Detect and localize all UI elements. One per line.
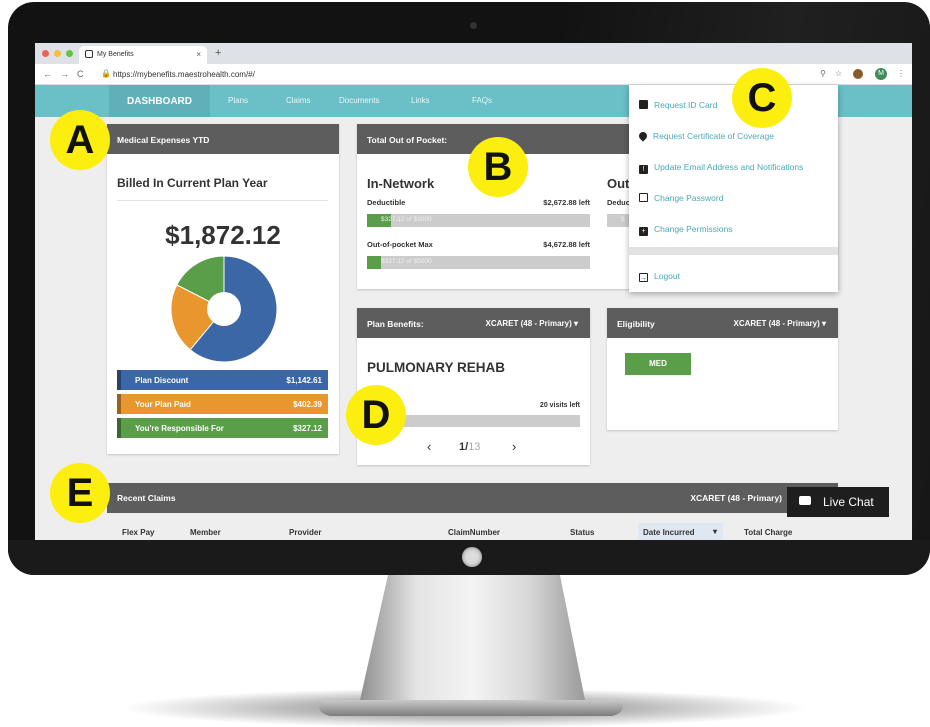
callout-badge-e: E: [50, 463, 110, 523]
col-flex-pay[interactable]: Flex Pay: [122, 528, 154, 537]
nav-dashboard[interactable]: DASHBOARD: [109, 85, 210, 117]
nav-links[interactable]: Links: [411, 96, 430, 105]
out-deductible-label: Deduc: [607, 198, 630, 207]
favicon-icon: [85, 50, 93, 58]
deductible-label: Deductible: [367, 198, 406, 207]
claims-selector[interactable]: XCARET (48 - Primary): [690, 493, 782, 503]
plan-benefits-header: Plan Benefits: XCARET (48 - Primary) ▾: [357, 308, 590, 338]
expenses-donut-chart: [170, 255, 278, 363]
out-deductible-progress: $: [607, 214, 629, 227]
tab-close-icon[interactable]: ×: [196, 50, 201, 59]
chevron-down-icon: ▾: [821, 319, 826, 328]
minimize-window-icon[interactable]: [54, 50, 61, 57]
col-status[interactable]: Status: [570, 528, 594, 537]
legend-value: $402.39: [293, 400, 322, 409]
out-network-title: Out: [607, 176, 630, 191]
benefit-title: PULMONARY REHAB: [367, 360, 506, 375]
total-amount: $1,872.12: [165, 220, 281, 250]
in-network-title: In-Network: [367, 176, 435, 191]
legend-responsible: You're Responsible For $327.12: [117, 418, 328, 438]
visits-left: 20 visits left: [539, 402, 580, 409]
med-badge[interactable]: MED: [625, 353, 691, 375]
page-total: 13: [468, 441, 481, 453]
alert-message-icon: !: [639, 165, 648, 174]
chat-bubble-icon: [799, 496, 811, 505]
lock-icon: 🔒: [101, 69, 111, 78]
power-button[interactable]: [462, 547, 482, 567]
prev-page-icon[interactable]: ‹: [427, 439, 431, 454]
next-page-icon[interactable]: ›: [512, 439, 516, 454]
lock-icon: [639, 193, 648, 202]
scene: My Benefits × + ← → C 🔒 https://mybenefi…: [0, 0, 930, 727]
browser-tab[interactable]: My Benefits ×: [79, 46, 207, 64]
browser-tab-bar: My Benefits × +: [35, 43, 912, 64]
extension-icon[interactable]: [853, 69, 863, 79]
legend-plan-discount: Plan Discount $1,142.61: [117, 370, 328, 390]
plan-selector[interactable]: XCARET (48 - Primary) ▾: [486, 319, 579, 328]
legend-label: You're Responsible For: [135, 424, 224, 433]
menu-kebab-icon[interactable]: ⋮: [897, 69, 905, 78]
legend-value: $1,142.61: [286, 376, 322, 385]
oop-max-progress: $327.12 of $5000: [367, 256, 590, 269]
account-menu: Request ID Card Request Certificate of C…: [629, 85, 838, 292]
menu-request-certificate[interactable]: Request Certificate of Coverage: [637, 130, 774, 142]
eligibility-card: Eligibility XCARET (48 - Primary) ▾ MED: [607, 308, 838, 430]
menu-update-email[interactable]: ! Update Email Address and Notifications: [639, 162, 803, 174]
close-window-icon[interactable]: [42, 50, 49, 57]
callout-badge-a: A: [50, 110, 110, 170]
oop-max-label: Out-of-pocket Max: [367, 240, 433, 249]
location-pin-icon: [637, 130, 649, 142]
forward-icon[interactable]: →: [60, 69, 69, 79]
legend-plan-paid: Your Plan Paid $402.39: [117, 394, 328, 414]
legend-label: Plan Discount: [135, 376, 189, 385]
medical-expenses-header: Medical Expenses YTD: [107, 124, 339, 154]
medical-expenses-card: Medical Expenses YTD Billed In Current P…: [107, 124, 339, 454]
menu-request-id-card[interactable]: Request ID Card: [639, 100, 717, 110]
chevron-down-icon: ▾: [573, 319, 578, 328]
bookmark-star-icon[interactable]: ☆: [835, 69, 842, 78]
legend-value: $327.12: [293, 424, 322, 433]
webcam: [470, 22, 477, 29]
menu-change-permissions[interactable]: + Change Permissions: [639, 224, 732, 236]
eligibility-header: Eligibility XCARET (48 - Primary) ▾: [607, 308, 838, 338]
nav-faqs[interactable]: FAQs: [472, 96, 492, 105]
maximize-window-icon[interactable]: [66, 50, 73, 57]
col-claim-number[interactable]: ClaimNumber: [448, 528, 500, 537]
back-icon[interactable]: ←: [43, 69, 52, 79]
nav-plans[interactable]: Plans: [228, 96, 248, 105]
deductible-left: $2,672.88 left: [543, 198, 590, 207]
plan-benefits-card: Plan Benefits: XCARET (48 - Primary) ▾ P…: [357, 308, 590, 465]
permissions-icon: +: [639, 227, 648, 236]
col-provider[interactable]: Provider: [289, 528, 321, 537]
menu-logout[interactable]: → Logout: [639, 271, 680, 282]
callout-badge-c: C: [732, 68, 792, 128]
id-card-icon: [639, 100, 648, 109]
nav-claims[interactable]: Claims: [286, 96, 310, 105]
menu-divider: [629, 247, 838, 255]
zoom-icon[interactable]: ⚲: [820, 69, 826, 78]
callout-badge-b: B: [468, 137, 528, 197]
col-total-charge[interactable]: Total Charge: [744, 528, 792, 537]
deductible-progress: $327.12 of $3000: [367, 214, 590, 227]
callout-badge-d: D: [346, 385, 406, 445]
reload-icon[interactable]: C: [77, 69, 84, 79]
col-date-incurred[interactable]: Date Incurred ▾: [638, 523, 723, 540]
address-bar[interactable]: https://mybenefits.maestrohealth.com/#/: [113, 70, 255, 79]
nav-documents[interactable]: Documents: [339, 96, 379, 105]
new-tab-icon[interactable]: +: [215, 47, 221, 59]
legend-label: Your Plan Paid: [135, 400, 191, 409]
chevron-down-icon: ▾: [712, 527, 717, 536]
recent-claims-header: Recent Claims XCARET (48 - Primary): [107, 483, 838, 513]
menu-change-password[interactable]: Change Password: [639, 193, 723, 203]
oop-max-progress-fill: [367, 256, 382, 269]
profile-avatar[interactable]: M: [875, 68, 887, 80]
eligibility-selector[interactable]: XCARET (48 - Primary) ▾: [734, 319, 827, 328]
live-chat-button[interactable]: Live Chat: [787, 487, 889, 517]
billed-subtitle: Billed In Current Plan Year: [117, 176, 268, 190]
logout-icon: →: [639, 273, 648, 282]
tab-title: My Benefits: [97, 51, 134, 58]
col-member[interactable]: Member: [190, 528, 221, 537]
oop-max-left: $4,672.88 left: [543, 240, 590, 249]
